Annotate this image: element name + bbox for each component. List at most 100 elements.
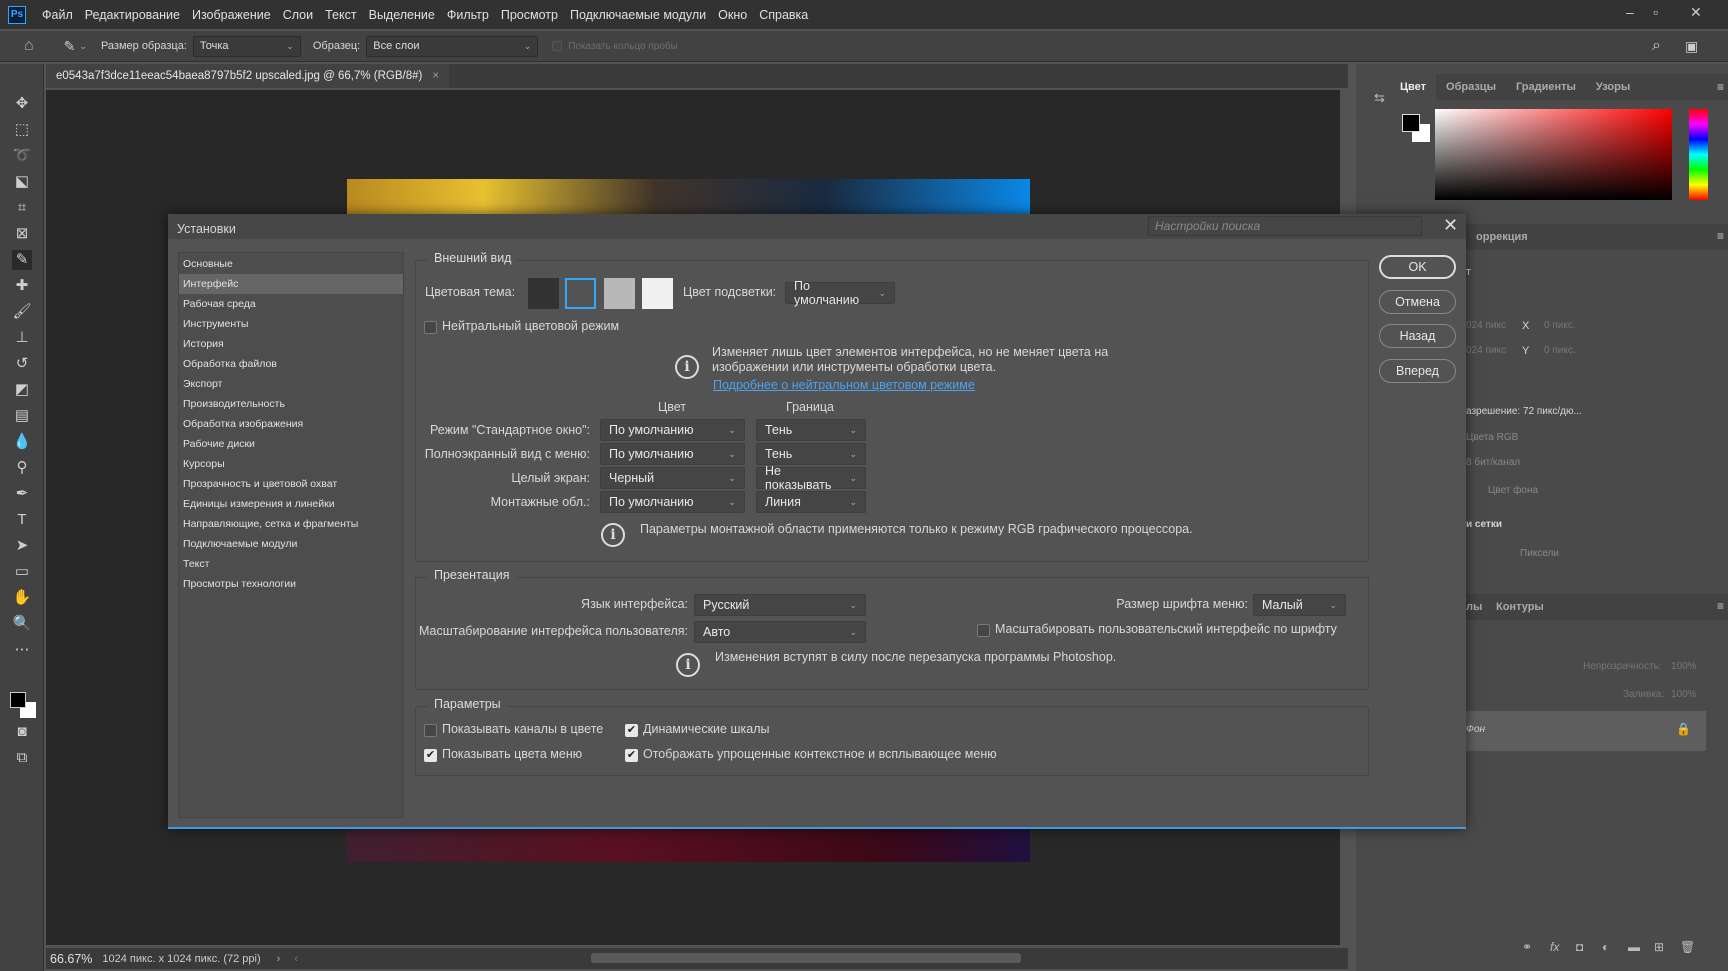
opacity-field[interactable]: 100% [1671,661,1697,672]
sample-select[interactable]: Все слои ⌄ [366,35,539,57]
tab-paths[interactable]: Контуры [1486,601,1554,613]
screen-mode-icon[interactable]: ⧉ [12,748,32,768]
adjustment-layer-icon[interactable]: ◐ [1602,940,1609,954]
menu-window[interactable]: Окно [712,8,753,22]
blur-tool-icon[interactable]: 💧 [12,432,32,452]
show-channels-color-checkbox[interactable] [424,724,437,737]
simplified-menus-checkbox[interactable]: ✔ [625,749,638,762]
standard-mode-border-select[interactable]: Тень ⌄ [756,419,866,441]
close-window-icon[interactable]: ✕ [1690,4,1702,21]
neutral-mode-checkbox[interactable] [424,321,437,334]
fill-field[interactable]: 100% [1671,689,1697,700]
close-tab-icon[interactable]: × [432,70,439,82]
zoom-tool-icon[interactable]: 🔍 [12,614,32,634]
quick-mask-icon[interactable]: ◙ [12,722,32,742]
menu-view[interactable]: Просмотр [495,8,564,22]
sidebar-item-type[interactable]: Текст [179,554,403,574]
standard-mode-color-select[interactable]: По умолчанию ⌄ [600,419,745,441]
show-menu-colors-checkbox[interactable]: ✔ [424,749,437,762]
more-tools-icon[interactable]: ⋯ [12,640,32,660]
chevron-down-icon[interactable]: ⌄ [79,41,87,52]
zoom-level[interactable]: 66.67% [50,952,92,966]
type-tool-icon[interactable]: T [12,510,32,530]
minimize-icon[interactable]: – [1626,4,1634,20]
height-field[interactable]: 024 пикс [1466,345,1506,356]
frame-tool-icon[interactable]: ⊠ [12,224,32,244]
fullscreen-border-select[interactable]: Не показывать ⌄ [756,464,866,492]
theme-swatch-darkest[interactable] [528,278,559,309]
search-icon[interactable]: ⌕ [1652,37,1661,55]
fg-color-swatch[interactable] [1402,114,1420,132]
highlight-select[interactable]: По умолчанию ⌄ [785,279,895,307]
folder-icon[interactable]: ▬ [1628,940,1640,954]
cancel-button[interactable]: Отмена [1379,290,1456,314]
ui-scaling-select[interactable]: Авто ⌄ [694,621,866,643]
scroll-left-icon[interactable]: ‹ [294,953,298,965]
panel-menu-icon[interactable]: ≡ [1717,229,1724,243]
sidebar-item-guides[interactable]: Направляющие, сетка и фрагменты [179,514,403,534]
width-field[interactable]: 024 пикс [1466,320,1506,331]
menu-image[interactable]: Изображение [186,8,277,22]
history-brush-icon[interactable]: ↺ [12,354,32,374]
sidebar-item-interface[interactable]: Интерфейс [179,274,403,294]
path-select-icon[interactable]: ➤ [12,536,32,556]
workspace-icon[interactable]: ▣ [1685,38,1698,55]
menu-help[interactable]: Справка [753,8,814,22]
hue-slider[interactable] [1689,109,1708,200]
menu-layers[interactable]: Слои [277,8,319,22]
adjust-icon[interactable]: ⇆ [1374,90,1385,106]
sidebar-item-file-handling[interactable]: Обработка файлов [179,354,403,374]
settings-search-input[interactable]: Настройки поиска [1148,216,1422,236]
menu-type[interactable]: Текст [319,8,362,22]
healing-brush-icon[interactable]: ✚ [12,276,32,296]
menu-file[interactable]: Файл [36,8,79,22]
depth-select[interactable]: 8 бит/канал [1466,457,1520,468]
y-field[interactable]: 0 пикс. [1544,345,1576,356]
gradient-tool-icon[interactable]: ▤ [12,406,32,426]
sidebar-item-history[interactable]: История [179,334,403,354]
artboards-color-select[interactable]: По умолчанию ⌄ [600,491,745,513]
menu-filter[interactable]: Фильтр [441,8,495,22]
sidebar-item-tech-previews[interactable]: Просмотры технологии [179,574,403,594]
ok-button[interactable]: OK [1379,255,1456,279]
eraser-tool-icon[interactable]: ◩ [12,380,32,400]
trash-icon[interactable]: 🗑 [1680,940,1695,954]
fx-icon[interactable]: fx [1550,940,1559,954]
crop-tool-icon[interactable]: ⌗ [12,198,32,218]
home-icon[interactable]: ⌂ [24,37,34,55]
hand-tool-icon[interactable]: ✋ [12,588,32,608]
eyedropper-icon[interactable]: ✎ [64,38,76,55]
tab-gradients[interactable]: Градиенты [1506,81,1586,93]
theme-swatch-dark[interactable] [565,278,596,309]
language-select[interactable]: Русский ⌄ [694,594,866,616]
dodge-tool-icon[interactable]: ⚲ [12,458,32,478]
prev-button[interactable]: Назад [1379,324,1456,348]
fullscreen-menu-border-select[interactable]: Тень ⌄ [756,443,866,465]
scale-ui-font-checkbox[interactable] [977,624,990,637]
close-dialog-icon[interactable]: ✕ [1443,215,1458,236]
show-ring-checkbox[interactable] [552,41,563,51]
object-select-tool-icon[interactable]: ⬕ [12,172,32,192]
sidebar-item-general[interactable]: Основные [179,254,403,274]
menu-plugins[interactable]: Подключаемые модули [564,8,712,22]
sample-size-select[interactable]: Точка ⌄ [192,35,301,57]
fullscreen-color-select[interactable]: Черный ⌄ [600,467,745,489]
next-button[interactable]: Вперед [1379,359,1456,383]
rectangle-tool-icon[interactable]: ▭ [12,562,32,582]
theme-swatch-light[interactable] [604,278,635,309]
color-field[interactable] [1435,109,1672,200]
link-icon[interactable]: ⚭ [1522,940,1532,954]
artboards-border-select[interactable]: Линия ⌄ [756,491,866,513]
fullscreen-menu-color-select[interactable]: По умолчанию ⌄ [600,443,745,465]
sidebar-item-export[interactable]: Экспорт [179,374,403,394]
pen-tool-icon[interactable]: ✒ [12,484,32,504]
menu-font-size-select[interactable]: Малый ⌄ [1253,594,1346,616]
chevron-right-icon[interactable]: › [277,953,281,965]
bg-fill-select[interactable]: Цвет фона [1488,485,1538,496]
horizontal-scrollbar[interactable] [591,953,1021,963]
maximize-icon[interactable]: ▫ [1653,4,1658,20]
units-select[interactable]: Пиксели [1520,548,1559,559]
tab-adjustments[interactable]: оррекция [1466,231,1538,243]
x-field[interactable]: 0 пикс. [1544,320,1576,331]
mask-icon[interactable]: ◘ [1576,940,1583,954]
